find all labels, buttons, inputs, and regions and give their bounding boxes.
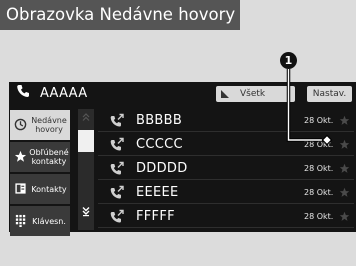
callout-number: 1 (280, 52, 297, 69)
callout-leader (286, 69, 333, 146)
page: Obrazovka Nedávne hovory AAAAA Všetk Nas… (0, 0, 356, 266)
